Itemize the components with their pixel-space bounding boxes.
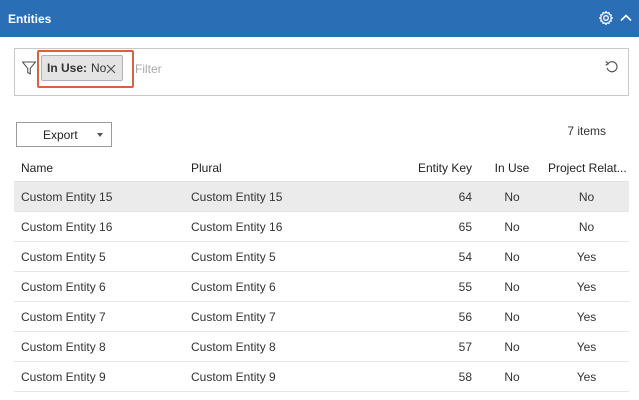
entities-table: Name Plural Entity Key In Use Project Re… — [14, 154, 629, 392]
filter-bar: In Use: No — [14, 48, 629, 96]
cell-entity-key: 56 — [458, 309, 472, 324]
cell-name: Custom Entity 7 — [21, 309, 106, 324]
cell-in-use: No — [504, 369, 520, 384]
cell-plural: Custom Entity 5 — [191, 249, 276, 264]
cell-project-related: Yes — [576, 339, 597, 354]
table-row[interactable]: Custom Entity 15 Custom Entity 15 64 No … — [14, 182, 629, 212]
table-row[interactable]: Custom Entity 5 Custom Entity 5 54 No Ye… — [14, 242, 629, 272]
export-label: Export — [43, 128, 78, 142]
reset-icon[interactable] — [604, 59, 620, 75]
filter-icon — [21, 60, 37, 76]
cell-entity-key: 58 — [458, 369, 472, 384]
cell-project-related: No — [578, 219, 595, 234]
export-button[interactable]: Export — [16, 122, 112, 147]
filter-input[interactable] — [135, 60, 575, 78]
cell-name: Custom Entity 16 — [21, 219, 113, 234]
column-header-in-use[interactable]: In Use — [480, 161, 544, 175]
column-header-project-related[interactable]: Project Relat... — [544, 161, 629, 175]
table-row[interactable]: Custom Entity 6 Custom Entity 6 55 No Ye… — [14, 272, 629, 302]
cell-entity-key: 54 — [458, 249, 472, 264]
chevron-up-icon[interactable] — [617, 9, 635, 27]
column-header-name[interactable]: Name — [14, 161, 184, 175]
cell-project-related: Yes — [576, 309, 597, 324]
cell-entity-key: 55 — [458, 279, 472, 294]
chevron-down-icon — [97, 133, 103, 137]
header-actions — [597, 9, 635, 27]
table-row[interactable]: Custom Entity 7 Custom Entity 7 56 No Ye… — [14, 302, 629, 332]
cell-name: Custom Entity 5 — [21, 249, 106, 264]
chip-value: No — [91, 61, 107, 75]
cell-name: Custom Entity 15 — [21, 189, 113, 204]
cell-in-use: No — [504, 249, 520, 264]
table-header: Name Plural Entity Key In Use Project Re… — [14, 154, 629, 182]
cell-name: Custom Entity 6 — [21, 279, 106, 294]
cell-in-use: No — [504, 189, 520, 204]
cell-plural: Custom Entity 16 — [191, 219, 283, 234]
cell-plural: Custom Entity 8 — [191, 339, 276, 354]
filter-chip-in-use[interactable]: In Use: No — [41, 55, 123, 81]
cell-plural: Custom Entity 9 — [191, 369, 276, 384]
cell-entity-key: 65 — [458, 219, 472, 234]
item-count: 7 items — [567, 124, 606, 138]
cell-project-related: No — [578, 189, 595, 204]
cell-project-related: Yes — [576, 249, 597, 264]
column-header-plural[interactable]: Plural — [184, 161, 354, 175]
cell-plural: Custom Entity 15 — [191, 189, 283, 204]
panel-title: Entities — [8, 11, 52, 26]
cell-plural: Custom Entity 6 — [191, 279, 276, 294]
cell-in-use: No — [504, 279, 520, 294]
table-row[interactable]: Custom Entity 9 Custom Entity 9 58 No Ye… — [14, 362, 629, 392]
close-icon[interactable] — [106, 63, 116, 74]
gear-icon[interactable] — [597, 9, 615, 27]
table-row[interactable]: Custom Entity 8 Custom Entity 8 57 No Ye… — [14, 332, 629, 362]
table-row[interactable]: Custom Entity 16 Custom Entity 16 65 No … — [14, 212, 629, 242]
cell-entity-key: 57 — [458, 339, 472, 354]
cell-name: Custom Entity 9 — [21, 369, 106, 384]
cell-project-related: Yes — [576, 279, 597, 294]
cell-plural: Custom Entity 7 — [191, 309, 276, 324]
cell-in-use: No — [504, 309, 520, 324]
cell-project-related: Yes — [576, 369, 597, 384]
column-header-entity-key[interactable]: Entity Key — [354, 161, 480, 175]
panel-header: Entities — [0, 0, 639, 37]
chip-key: In Use: — [47, 61, 88, 75]
cell-name: Custom Entity 8 — [21, 339, 106, 354]
cell-in-use: No — [504, 339, 520, 354]
cell-in-use: No — [504, 219, 520, 234]
cell-entity-key: 64 — [458, 189, 472, 204]
